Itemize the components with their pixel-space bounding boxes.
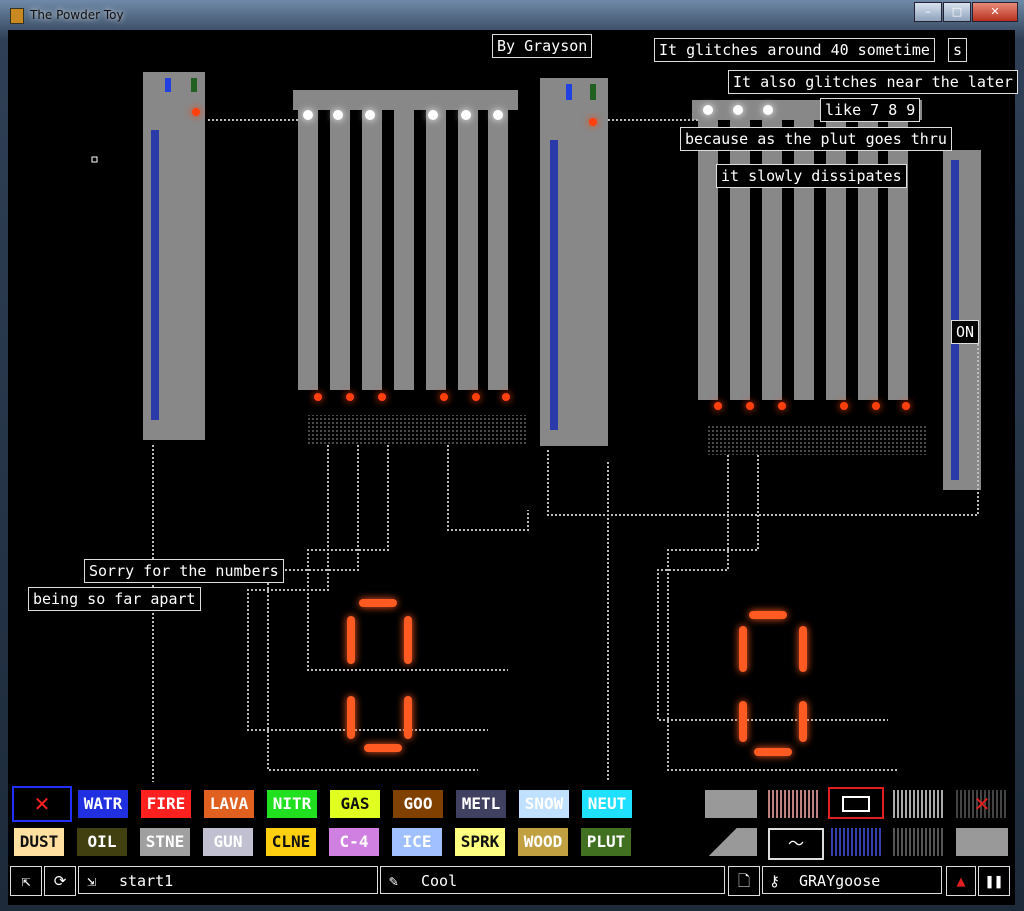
bottom-bar: ⇱ ⟳ ⇲ start1 ✎ Cool 🗋 ⚷ GRAYgoose ▲ ❚❚ — [8, 866, 1015, 898]
note-plut[interactable]: because as the plut goes thru — [680, 127, 952, 151]
note-dissipates[interactable]: it slowly dissipates — [716, 164, 907, 188]
tag-icon: ✎ — [389, 872, 399, 890]
clear-x-icon[interactable]: ✕ — [12, 786, 72, 822]
element-dust[interactable]: DUST — [14, 828, 64, 856]
element-fire[interactable]: FIRE — [141, 790, 191, 818]
wall-solid-tool[interactable] — [956, 828, 1008, 856]
reload-icon[interactable]: ⟳ — [44, 866, 76, 896]
new-icon[interactable]: 🗋 — [728, 866, 760, 896]
note-789[interactable]: like 7 8 9 — [820, 98, 921, 122]
tag-field[interactable]: ✎ Cool — [380, 866, 725, 894]
note-glitch-40[interactable]: It glitches around 40 sometime — [654, 38, 935, 62]
element-goo[interactable]: GOO — [393, 790, 443, 818]
wall-ramp-tool[interactable] — [705, 828, 757, 856]
note-on[interactable]: ON — [951, 320, 980, 344]
element-snow[interactable]: SNOW — [519, 790, 569, 818]
element-stne[interactable]: STNE — [140, 828, 190, 856]
element-watr[interactable]: WATR — [78, 790, 128, 818]
element-ice[interactable]: ICE — [392, 828, 442, 856]
window-title: The Powder Toy — [30, 8, 124, 22]
note-by[interactable]: By Grayson — [492, 34, 593, 58]
open-icon[interactable]: ⇱ — [10, 866, 42, 896]
pause-icon[interactable]: ❚❚ — [978, 866, 1010, 896]
element-neut[interactable]: NEUT — [582, 790, 632, 818]
note-apart[interactable]: being so far apart — [28, 587, 201, 611]
element-sprk[interactable]: SPRK — [455, 828, 505, 856]
tag-label: Cool — [421, 872, 458, 890]
title-bar: The Powder Toy – □ ✕ — [0, 0, 1024, 28]
wall-erase-x-icon[interactable]: ✕ — [956, 790, 1008, 818]
simulation-canvas[interactable]: By Grayson It glitches around 40 sometim… — [8, 30, 1018, 905]
maximize-button[interactable]: □ — [943, 2, 971, 22]
wall-dark-tool[interactable] — [893, 828, 945, 856]
note-glitch-later[interactable]: It also glitches near the later — [728, 70, 1018, 94]
fire-mode-icon[interactable]: ▲ — [946, 866, 976, 896]
save-name: start1 — [119, 872, 174, 890]
note-sorry[interactable]: Sorry for the numbers — [84, 559, 284, 583]
element-c-4[interactable]: C-4 — [329, 828, 379, 856]
app-window: The Powder Toy – □ ✕ By Grayson It glitc… — [0, 0, 1024, 911]
element-nitr[interactable]: NITR — [267, 790, 317, 818]
user-field[interactable]: ⚷ GRAYgoose — [762, 866, 942, 894]
save-icon: ⇲ — [87, 872, 97, 890]
minimize-button[interactable]: – — [914, 2, 942, 22]
element-oil[interactable]: OIL — [77, 828, 127, 856]
element-wood[interactable]: WOOD — [518, 828, 568, 856]
sign-tool[interactable] — [828, 787, 884, 819]
wall-blue-tool[interactable] — [831, 828, 883, 856]
note-glitch-40-s[interactable]: s — [948, 38, 968, 62]
element-lava[interactable]: LAVA — [204, 790, 254, 818]
wall-dots-tool[interactable] — [893, 790, 945, 818]
save-name-field[interactable]: ⇲ start1 — [78, 866, 378, 894]
element-metl[interactable]: METL — [456, 790, 506, 818]
element-gas[interactable]: GAS — [330, 790, 380, 818]
app-icon — [10, 8, 24, 24]
element-clne[interactable]: CLNE — [266, 828, 316, 856]
user-name: GRAYgoose — [799, 872, 881, 890]
close-button[interactable]: ✕ — [972, 2, 1018, 22]
wall-wave-icon[interactable]: 〜 — [768, 828, 824, 860]
wall-gray-tool[interactable] — [705, 790, 757, 818]
element-plut[interactable]: PLUT — [581, 828, 631, 856]
user-icon: ⚷ — [769, 872, 780, 890]
element-gun[interactable]: GUN — [203, 828, 253, 856]
wall-pink-tool[interactable] — [768, 790, 820, 818]
